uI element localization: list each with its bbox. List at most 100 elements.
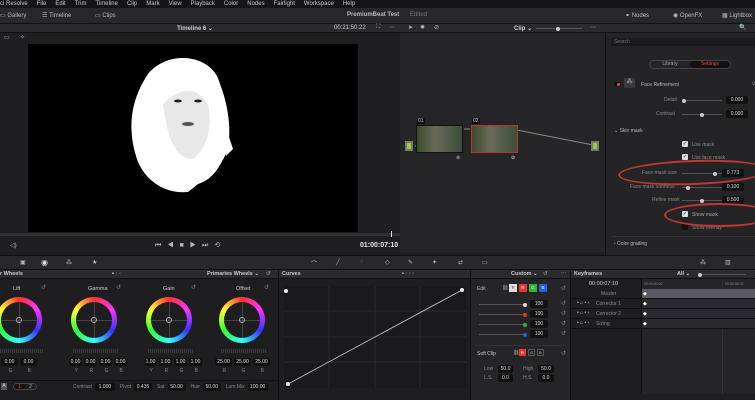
keyframe-track-row[interactable]: • ⌂ • › Sizing xyxy=(571,319,641,329)
wheel-center-handle[interactable] xyxy=(91,317,97,323)
track-lane[interactable]: ◆ xyxy=(642,299,755,309)
curves-page-dots[interactable]: • • • • xyxy=(402,270,414,279)
node-mode-selector[interactable]: Clip ⌄ xyxy=(514,25,532,32)
track-lane[interactable]: ◆ xyxy=(642,309,755,319)
keyframe-marker[interactable]: ◆ xyxy=(643,311,647,317)
gallery-button[interactable]: ▭ Gallery xyxy=(0,12,26,19)
keyframe-track-row[interactable]: • ⌂ • › Corrector 2 xyxy=(571,309,641,319)
wheel-center-handle[interactable] xyxy=(166,317,172,323)
channel-intensity-field[interactable]: 100 xyxy=(530,310,548,318)
audio-icon[interactable]: ◁) xyxy=(10,242,17,249)
keyframe-marker[interactable]: ◆ xyxy=(643,291,647,297)
soft-clip-r-button[interactable]: R xyxy=(519,349,526,356)
input-node[interactable] xyxy=(405,141,413,151)
master-wheel-slider[interactable] xyxy=(221,349,266,353)
refine-mask-slider[interactable] xyxy=(682,198,722,203)
face-mask-softness-value[interactable]: 0.100 xyxy=(722,183,744,191)
low-field[interactable]: 50.0 xyxy=(498,365,513,373)
node-01[interactable]: 01 xyxy=(416,118,463,153)
wheel-reset-icon[interactable]: ↺ xyxy=(264,284,269,291)
pointer-icon[interactable]: ➤ xyxy=(408,24,413,31)
contrast-field[interactable]: 1.000 xyxy=(94,383,115,391)
wheels-reset-icon[interactable]: ↺ xyxy=(266,270,271,279)
motion-effects-icon[interactable]: ★ xyxy=(92,259,97,266)
channel-y-button[interactable]: Y xyxy=(509,284,517,292)
curves-icon[interactable]: ⌒ xyxy=(311,259,317,268)
key-icon[interactable]: ⇄ xyxy=(458,259,463,266)
keyframes-filter[interactable]: All ⌄ xyxy=(677,270,690,279)
skip-forward-icon[interactable]: ⏭ xyxy=(202,242,214,249)
wheel-reset-icon[interactable]: ↺ xyxy=(116,284,121,291)
detail-slider[interactable] xyxy=(682,98,722,103)
wheel-value-field[interactable]: 0.00 xyxy=(99,358,112,366)
channel-reset-icon[interactable]: ↺ xyxy=(561,330,566,337)
more-icon[interactable]: ⋯ xyxy=(389,24,395,31)
window-icon[interactable]: ◌ xyxy=(360,259,364,265)
wheel-value-field[interactable]: 1.00 xyxy=(144,358,157,366)
search-icon[interactable]: 🔍 xyxy=(739,24,746,31)
sizing-icon[interactable]: ▭ xyxy=(482,259,488,266)
rgb-mixer-icon[interactable]: ⁂ xyxy=(66,259,72,266)
wheel-center-handle[interactable] xyxy=(16,317,22,323)
page-dots[interactable]: • • • xyxy=(112,270,121,279)
master-wheel-slider[interactable] xyxy=(73,349,118,353)
use-mask-checkbox[interactable]: ✓ xyxy=(682,141,688,147)
channel-reset-icon[interactable]: ↺ xyxy=(561,300,566,307)
soft-clip-b-button[interactable]: B xyxy=(537,349,544,356)
channel-intensity-slider[interactable] xyxy=(479,312,527,317)
tracker-icon[interactable]: ◇ xyxy=(385,259,390,266)
timeline-button[interactable]: ☰ Timeline xyxy=(42,12,71,19)
wheel-value-field[interactable]: 0.00 xyxy=(114,358,127,366)
channel-b-button[interactable]: B xyxy=(539,284,547,292)
pivot-field[interactable]: 0.435 xyxy=(134,383,153,391)
lightbox-button[interactable]: ▦ Lightbox xyxy=(722,12,752,19)
high-field[interactable]: 50.0 xyxy=(538,365,554,373)
tab-settings[interactable]: Settings xyxy=(690,61,730,68)
soft-clip-g-button[interactable]: G xyxy=(528,349,535,356)
detail-value[interactable]: 0.000 xyxy=(726,96,748,104)
nodes-button[interactable]: ⚭ Nodes xyxy=(625,12,649,19)
menu-timeline[interactable]: Timeline xyxy=(95,0,117,8)
curves-reset-icon[interactable]: ↺ xyxy=(543,270,548,279)
menu-trim[interactable]: Trim xyxy=(75,0,87,8)
curves-mode-selector[interactable]: Custom ⌄ xyxy=(511,270,538,279)
viewer-mode-icon[interactable]: ▭ xyxy=(4,34,10,41)
fullscreen-icon[interactable]: ⛶ xyxy=(376,24,380,31)
menu-app[interactable]: ci Resolve xyxy=(0,0,28,8)
contrast-value[interactable]: 0.000 xyxy=(726,110,748,118)
node-zoom-slider[interactable] xyxy=(536,26,582,31)
wheel-value-field[interactable]: 0.00 xyxy=(69,358,82,366)
channel-intensity-slider[interactable] xyxy=(479,302,527,307)
effect-enable-toggle[interactable] xyxy=(614,82,621,86)
channel-reset-icon[interactable]: ↺ xyxy=(561,310,566,317)
track-controls-icon[interactable]: • ⌂ • › xyxy=(577,310,589,316)
track-lane[interactable]: ◆ xyxy=(642,289,755,299)
keyframe-track-row[interactable]: • ⌂ • › Corrector 1 xyxy=(571,299,641,309)
channel-intensity-field[interactable]: 100 xyxy=(530,300,548,308)
openfx-button[interactable]: ◉ OpenFX xyxy=(673,12,702,19)
auto-balance-button[interactable]: A xyxy=(1,383,7,390)
wheel-value-field[interactable]: 0.00 xyxy=(1,358,18,366)
curve-point-white[interactable] xyxy=(460,288,464,292)
channel-r-button[interactable]: R xyxy=(519,284,527,292)
wheel-value-field[interactable]: 25.00 xyxy=(253,358,270,366)
edit-reset-icon[interactable]: ↺ xyxy=(561,285,566,292)
color-wheel-lift[interactable] xyxy=(0,297,42,343)
magic-mask-icon[interactable]: ✎ xyxy=(408,259,413,266)
wheel-center-handle[interactable] xyxy=(239,317,245,323)
menu-edit[interactable]: Edit xyxy=(55,0,65,8)
highlight-icon[interactable]: ✧ xyxy=(20,34,25,41)
blur-icon[interactable]: ✦ xyxy=(432,259,437,266)
menu-workspace[interactable]: Workspace xyxy=(304,0,334,8)
color-wheels-icon[interactable]: ◉ xyxy=(41,258,48,267)
stop-icon[interactable]: ■ xyxy=(180,242,190,249)
menu-mark[interactable]: Mark xyxy=(146,0,159,8)
wheel-value-field[interactable]: 1.00 xyxy=(189,358,202,366)
page-1-button[interactable]: 1 xyxy=(14,384,25,390)
menu-color[interactable]: Color xyxy=(224,0,238,8)
wheel-value-field[interactable]: 1.00 xyxy=(159,358,172,366)
color-wheel-offset[interactable] xyxy=(219,297,265,343)
master-wheel-slider[interactable] xyxy=(0,349,43,353)
color-wheel-gain[interactable] xyxy=(146,297,192,343)
menu-file[interactable]: File xyxy=(37,0,47,8)
